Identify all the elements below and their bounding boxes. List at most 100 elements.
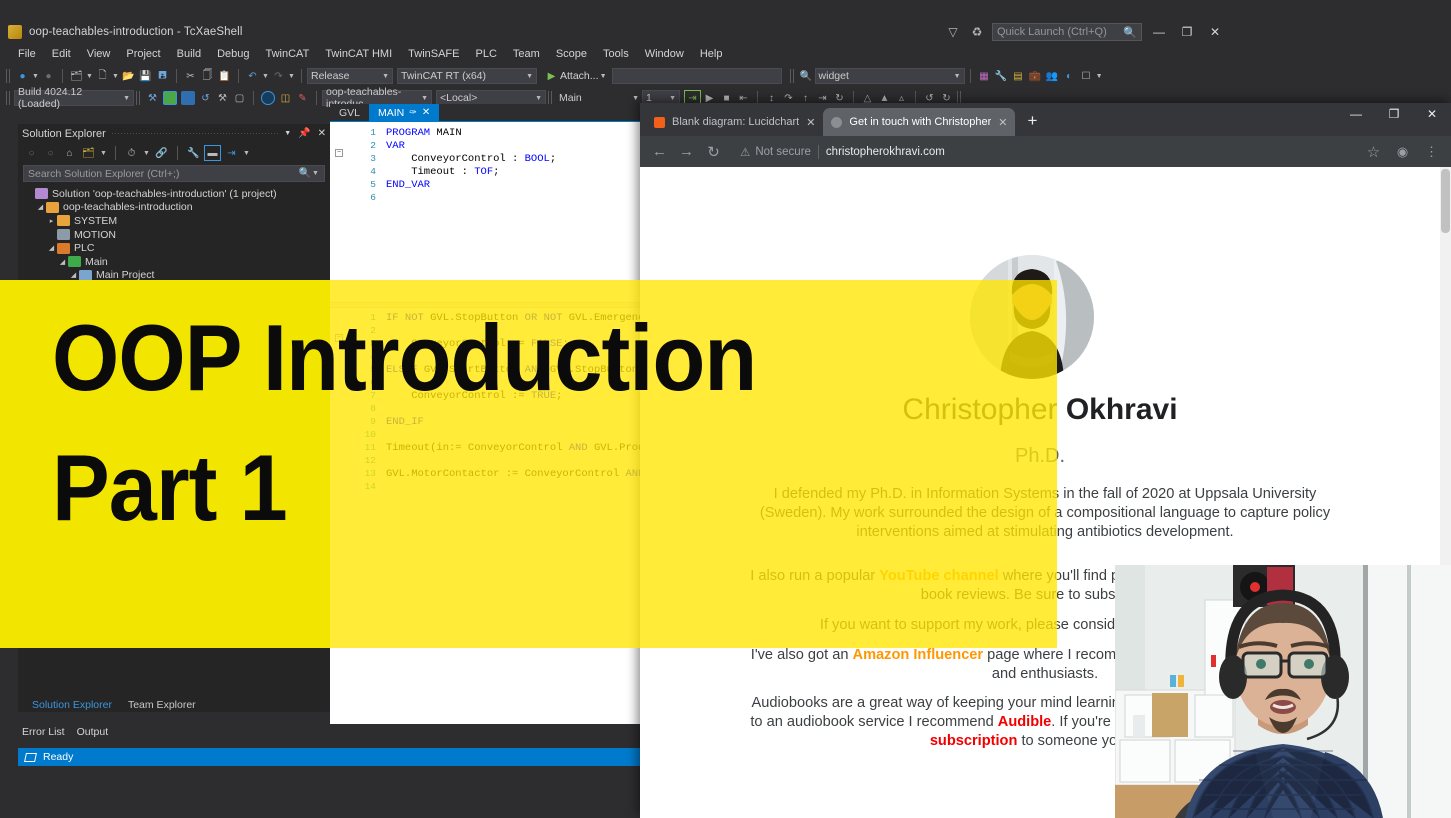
hmi-config-icon[interactable]: ▤: [1010, 68, 1027, 84]
cut-icon[interactable]: ✂: [182, 68, 199, 84]
profile-icon[interactable]: ◉: [1389, 138, 1416, 165]
close-icon[interactable]: ✕: [318, 128, 326, 139]
chevron-down-icon[interactable]: ▼: [85, 73, 94, 80]
inline-link[interactable]: Audible: [998, 714, 1052, 730]
declaration-code-line[interactable]: Timeout : TOF;: [386, 166, 499, 178]
close-icon[interactable]: ✕: [806, 116, 815, 129]
chevron-down-icon[interactable]: ▼: [1095, 73, 1104, 80]
menu-item-file[interactable]: File: [10, 44, 44, 64]
paste-icon[interactable]: 📋: [216, 68, 233, 84]
browser-minimize-button[interactable]: —: [1337, 103, 1375, 125]
toolbar-grip[interactable]: [136, 91, 142, 105]
menu-item-window[interactable]: Window: [637, 44, 692, 64]
tree-item[interactable]: Solution 'oop-teachables-introduction' (…: [24, 187, 330, 201]
toolbar-grip[interactable]: [6, 91, 12, 105]
editor-tab-gvl[interactable]: GVL: [330, 104, 369, 121]
tree-item[interactable]: ◢ oop-teachables-introduction: [24, 201, 330, 215]
back-button[interactable]: ←: [646, 138, 673, 165]
declaration-code-line[interactable]: ConveyorControl : BOOL;: [386, 153, 556, 165]
close-icon[interactable]: ✕: [422, 107, 430, 118]
navigate-back-icon[interactable]: ●: [14, 68, 31, 84]
collapse-all-icon[interactable]: ⇥: [223, 145, 240, 161]
menu-item-scope[interactable]: Scope: [548, 44, 595, 64]
declaration-code-line[interactable]: PROGRAM MAIN: [386, 127, 462, 139]
menu-item-build[interactable]: Build: [169, 44, 209, 64]
browser-maximize-button[interactable]: ❐: [1375, 103, 1413, 125]
toolbox-icon[interactable]: 💼: [1027, 68, 1044, 84]
pin-icon[interactable]: 📌: [298, 128, 310, 139]
properties-icon[interactable]: 🔧: [185, 145, 202, 161]
chevron-down-icon[interactable]: ▼: [287, 73, 296, 80]
new-project-icon[interactable]: 🗂: [68, 68, 85, 84]
declaration-code-line[interactable]: VAR: [386, 140, 405, 152]
expander-icon[interactable]: ▸: [46, 217, 57, 225]
console-icon[interactable]: ☐: [1078, 68, 1095, 84]
new-tab-button[interactable]: +: [1019, 108, 1045, 134]
toolbar-grip[interactable]: [548, 91, 554, 105]
tab-solution-explorer[interactable]: Solution Explorer: [24, 698, 120, 712]
people-icon[interactable]: 👥: [1044, 68, 1061, 84]
menu-item-team[interactable]: Team: [505, 44, 548, 64]
menu-item-debug[interactable]: Debug: [209, 44, 257, 64]
quick-launch-input[interactable]: Quick Launch (Ctrl+Q) 🔍: [992, 23, 1142, 41]
tab-error-list[interactable]: Error List: [22, 726, 65, 738]
tree-item[interactable]: ◢ PLC: [24, 241, 330, 255]
config-mode-icon[interactable]: [181, 91, 195, 105]
attach-label[interactable]: Attach...: [560, 70, 599, 82]
menu-item-tools[interactable]: Tools: [595, 44, 637, 64]
chevron-down-icon[interactable]: ▼: [142, 150, 151, 157]
toolbar-grip[interactable]: [6, 69, 12, 83]
pending-changes-icon[interactable]: ⏱: [123, 145, 140, 161]
copy-icon[interactable]: 🗍: [199, 68, 216, 84]
configuration-dropdown[interactable]: Release ▼: [307, 68, 393, 84]
preview-icon[interactable]: ▬: [204, 145, 221, 161]
platform-dropdown[interactable]: TwinCAT RT (x64) ▼: [397, 68, 537, 84]
menu-item-plc[interactable]: PLC: [468, 44, 505, 64]
menu-item-twincat-hmi[interactable]: TwinCAT HMI: [317, 44, 400, 64]
forward-button[interactable]: →: [673, 138, 700, 165]
ide-minimize-button[interactable]: —: [1148, 25, 1170, 39]
open-file-icon[interactable]: 📂: [120, 68, 137, 84]
ide-close-button[interactable]: ✕: [1204, 25, 1226, 39]
refresh-solution-icon[interactable]: 🗂: [80, 145, 97, 161]
browser-tab-christopher[interactable]: Get in touch with Christopher ✕: [823, 108, 1016, 136]
tree-item[interactable]: MOTION: [24, 228, 330, 242]
wrench-icon[interactable]: 🔧: [993, 68, 1010, 84]
scope-icon[interactable]: ◐: [1061, 68, 1078, 84]
chevron-down-icon[interactable]: ▼: [311, 170, 320, 177]
link-icon[interactable]: 🔗: [153, 145, 170, 161]
menu-item-help[interactable]: Help: [692, 44, 731, 64]
solution-explorer-search-input[interactable]: Search Solution Explorer (Ctrl+;) 🔍 ▼: [23, 165, 325, 182]
redo-icon[interactable]: ↷: [270, 68, 287, 84]
tree-item[interactable]: ▸ SYSTEM: [24, 214, 330, 228]
chevron-down-icon[interactable]: ▼: [284, 130, 291, 137]
menu-item-view[interactable]: View: [79, 44, 119, 64]
browser-tab-lucidchart[interactable]: Blank diagram: Lucidchart ✕: [646, 108, 823, 136]
login-icon[interactable]: [261, 91, 275, 105]
inline-link[interactable]: Amazon Influencer: [853, 647, 984, 663]
back-icon[interactable]: ○: [23, 145, 40, 161]
menu-item-edit[interactable]: Edit: [44, 44, 79, 64]
chevron-down-icon[interactable]: ▼: [599, 73, 608, 80]
expander-icon[interactable]: ◢: [35, 203, 46, 211]
browser-close-button[interactable]: ✕: [1413, 103, 1451, 125]
empty-dropdown[interactable]: [611, 68, 782, 84]
menu-item-project[interactable]: Project: [118, 44, 168, 64]
reload-button[interactable]: ↻: [700, 138, 727, 165]
feedback-icon[interactable]: ♻: [968, 25, 986, 39]
editor-tab-main[interactable]: MAIN ✑ ✕: [369, 104, 440, 121]
widget-dropdown[interactable]: widget ▼: [814, 68, 965, 84]
scrollbar-thumb[interactable]: [1441, 169, 1450, 233]
fold-toggle-icon[interactable]: −: [335, 149, 343, 157]
browse-folder-icon[interactable]: 🔍: [798, 68, 815, 84]
star-icon[interactable]: ☆: [1360, 138, 1387, 165]
save-all-icon[interactable]: 🖪: [154, 68, 171, 84]
ide-maximize-button[interactable]: ❐: [1176, 25, 1198, 39]
home-icon[interactable]: ⌂: [61, 145, 78, 161]
expander-icon[interactable]: ◢: [68, 271, 79, 279]
address-bar[interactable]: ⚠ Not secure christopherokhravi.com: [732, 141, 1360, 163]
menu-icon[interactable]: ⋮: [1418, 138, 1445, 165]
save-icon[interactable]: 💾: [137, 68, 154, 84]
tab-team-explorer[interactable]: Team Explorer: [120, 698, 204, 712]
expander-icon[interactable]: ◢: [46, 244, 57, 252]
